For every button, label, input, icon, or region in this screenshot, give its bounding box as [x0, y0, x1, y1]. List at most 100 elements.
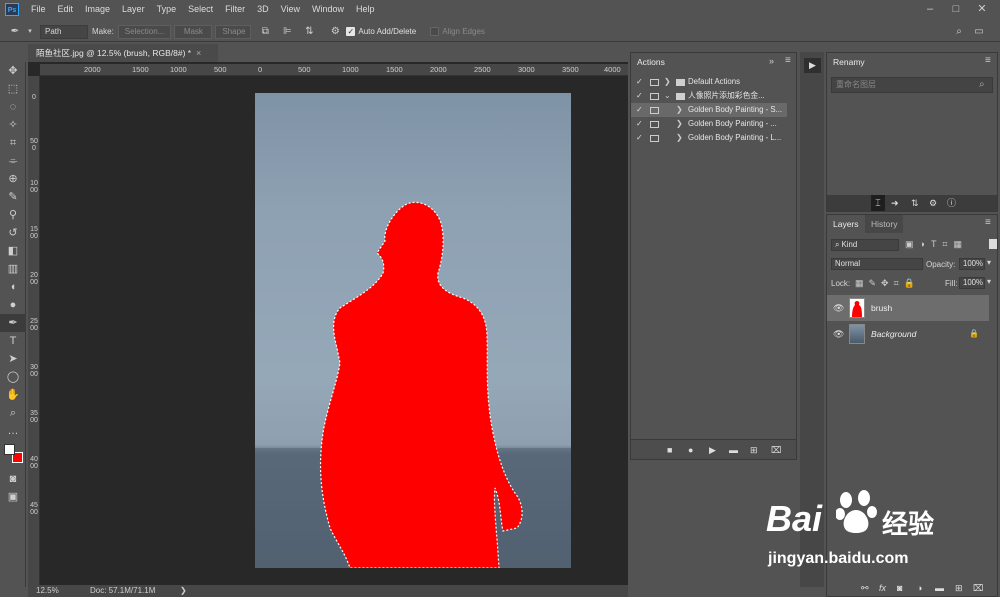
play-icon[interactable]: ▶: [709, 440, 716, 460]
record-icon[interactable]: ●: [688, 440, 693, 460]
stop-icon[interactable]: ■: [667, 440, 672, 460]
path-selection-tool-icon[interactable]: ➤: [0, 350, 26, 368]
ellipse-tool-icon[interactable]: ◯: [0, 368, 26, 386]
menu-help[interactable]: Help: [350, 0, 381, 18]
make-shape-button[interactable]: Shape: [215, 24, 252, 39]
gear-icon[interactable]: ⚙: [929, 195, 937, 211]
action-row[interactable]: ✓ ❯ Golden Body Painting - ...: [631, 117, 787, 131]
color-swatches[interactable]: [0, 440, 25, 470]
gear-icon[interactable]: ⚙: [328, 25, 342, 39]
menu-type[interactable]: Type: [151, 0, 183, 18]
pen-tool-icon[interactable]: ✒: [8, 25, 22, 39]
lasso-tool-icon[interactable]: ◌: [0, 98, 26, 116]
pen-tool-icon[interactable]: ✒: [0, 314, 26, 332]
action-set-row[interactable]: ✓ ⌄ 人像照片添加彩色金...: [631, 89, 787, 103]
mask-icon[interactable]: ◙: [897, 579, 902, 597]
trash-icon[interactable]: ⌧: [973, 579, 983, 597]
move-tool-icon[interactable]: ✥: [0, 62, 26, 80]
check-icon[interactable]: ✓: [636, 117, 643, 131]
magic-wand-tool-icon[interactable]: ✧: [0, 116, 26, 134]
hand-tool-icon[interactable]: ✋: [0, 386, 26, 404]
check-icon[interactable]: ✓: [636, 103, 643, 117]
action-row[interactable]: ✓ ❯ Golden Body Painting - L...: [631, 131, 787, 145]
workspace-icon[interactable]: ▭: [972, 25, 986, 39]
dialog-toggle-icon[interactable]: [650, 107, 659, 114]
trash-icon[interactable]: ⌧: [771, 440, 781, 460]
path-alignment-icon[interactable]: ⊫: [280, 25, 294, 39]
dodge-tool-icon[interactable]: ●: [0, 296, 26, 314]
new-layer-icon[interactable]: ⊞: [955, 579, 963, 597]
clone-stamp-tool-icon[interactable]: ⚲: [0, 206, 26, 224]
chevron-right-icon[interactable]: ❯: [676, 103, 683, 117]
zoom-level[interactable]: 12.5%: [36, 585, 59, 597]
eye-icon[interactable]: 👁: [833, 321, 844, 347]
arrow-right-icon[interactable]: ➜: [891, 195, 899, 211]
layer-filter-kind[interactable]: ⌕ Kind: [831, 239, 899, 251]
opacity-input[interactable]: 100%: [959, 258, 985, 270]
quick-mask-icon[interactable]: ◙: [0, 470, 26, 488]
chevron-right-icon[interactable]: ❯: [664, 75, 671, 89]
layer-row-brush[interactable]: 👁 brush: [827, 295, 989, 321]
dialog-toggle-icon[interactable]: [650, 135, 659, 142]
panel-menu-icon[interactable]: ≡: [985, 55, 991, 66]
menu-layer[interactable]: Layer: [116, 0, 151, 18]
chevron-right-icon[interactable]: ❯: [676, 117, 683, 131]
rename-input[interactable]: 重命名图层: [831, 77, 993, 93]
screen-mode-icon[interactable]: ▣: [0, 488, 26, 506]
new-action-icon[interactable]: ⊞: [750, 440, 758, 460]
menu-filter[interactable]: Filter: [219, 0, 251, 18]
blur-tool-icon[interactable]: ◖: [0, 278, 26, 296]
action-row[interactable]: ✓ ❯ Golden Body Painting - S...: [631, 103, 787, 117]
pen-mode-select[interactable]: Path: [40, 24, 88, 39]
make-selection-button[interactable]: Selection...: [117, 24, 172, 39]
eraser-tool-icon[interactable]: ◧: [0, 242, 26, 260]
path-arrangement-icon[interactable]: ⇅: [302, 25, 316, 39]
tab-renamy[interactable]: Renamy: [827, 53, 871, 71]
play-icon[interactable]: ▶: [804, 58, 821, 73]
folder-icon[interactable]: ▬: [729, 440, 738, 460]
menu-window[interactable]: Window: [306, 0, 350, 18]
dialog-toggle-icon[interactable]: [650, 79, 659, 86]
chevron-down-icon[interactable]: ▾: [26, 25, 34, 39]
info-icon[interactable]: ⓘ: [947, 195, 956, 211]
menu-select[interactable]: Select: [182, 0, 219, 18]
sort-icon[interactable]: ⇅: [911, 195, 919, 211]
status-menu-arrow[interactable]: ❯: [180, 585, 187, 597]
chevron-down-icon[interactable]: ⌄: [664, 89, 671, 103]
panel-menu-icon[interactable]: ≡: [785, 55, 791, 66]
check-icon[interactable]: ✓: [636, 89, 643, 103]
minimize-button[interactable]: –: [920, 0, 940, 18]
panel-menu-icon[interactable]: ≡: [985, 217, 991, 228]
search-icon[interactable]: ⌕: [979, 79, 985, 90]
tab-history[interactable]: History: [865, 215, 904, 233]
lock-icons[interactable]: ▦✎✥⌗🔒: [855, 278, 920, 289]
chevron-down-icon[interactable]: ▾: [987, 258, 991, 267]
layer-filter-icons[interactable]: ▣◑T⌗▦: [905, 239, 968, 250]
layer-name[interactable]: brush: [871, 295, 892, 321]
zoom-tool-icon[interactable]: ⌕: [0, 404, 26, 422]
healing-brush-tool-icon[interactable]: ⊕: [0, 170, 26, 188]
close-window-button[interactable]: ✕: [972, 0, 992, 18]
crop-tool-icon[interactable]: ⌗: [0, 134, 26, 152]
marquee-tool-icon[interactable]: ⬚: [0, 80, 26, 98]
gradient-tool-icon[interactable]: ▥: [0, 260, 26, 278]
eye-icon[interactable]: 👁: [833, 295, 844, 321]
chevron-right-icon[interactable]: ❯: [676, 131, 683, 145]
group-icon[interactable]: ▬: [935, 579, 944, 597]
dialog-toggle-icon[interactable]: [650, 93, 659, 100]
close-icon[interactable]: ×: [196, 44, 201, 62]
more-tools-icon[interactable]: …: [0, 422, 26, 440]
fx-icon[interactable]: fx: [879, 579, 886, 597]
dialog-toggle-icon[interactable]: [650, 121, 659, 128]
layer-name[interactable]: Background: [871, 321, 916, 347]
collapse-panel-icon[interactable]: »: [769, 56, 774, 66]
auto-add-delete-checkbox[interactable]: ✓: [346, 27, 356, 36]
menu-file[interactable]: File: [25, 0, 52, 18]
check-icon[interactable]: ✓: [636, 75, 643, 89]
menu-image[interactable]: Image: [79, 0, 116, 18]
check-icon[interactable]: ✓: [636, 131, 643, 145]
foreground-color-swatch[interactable]: [4, 444, 15, 455]
align-edges-checkbox[interactable]: [430, 27, 440, 36]
fill-input[interactable]: 100%: [959, 277, 985, 289]
brush-tool-icon[interactable]: ✎: [0, 188, 26, 206]
